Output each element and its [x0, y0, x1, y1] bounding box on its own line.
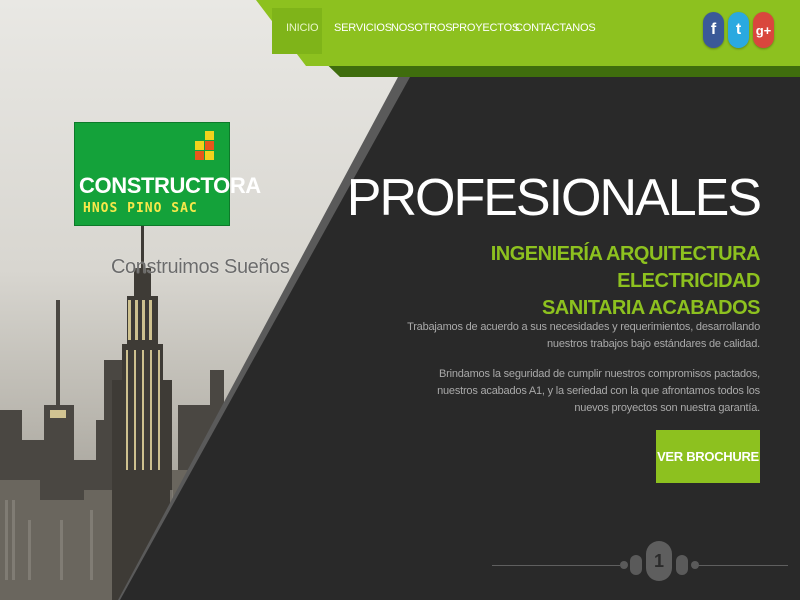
company-logo[interactable]: CONSTRUCTORA HNOS PINO SAC: [74, 122, 261, 226]
main-navigation: INICIO SERVICIOS NOSOTROS PROYECTOS CONT…: [0, 0, 800, 60]
pager-dot[interactable]: [620, 561, 628, 569]
logo-subtitle: HNOS PINO SAC: [83, 201, 198, 216]
logo-square: [205, 141, 214, 150]
hero-subtitle: INGENIERÍA ARQUITECTURA ELECTRICIDAD SAN…: [360, 241, 761, 322]
facebook-icon[interactable]: f: [703, 12, 724, 48]
pager-line-right: [698, 565, 788, 566]
logo-square: [205, 131, 214, 140]
logo-square: [205, 151, 214, 160]
hero-title: PROFESIONALES: [346, 169, 762, 227]
nav-item-servicios[interactable]: SERVICIOS: [334, 22, 392, 34]
hero-slider: INICIO SERVICIOS NOSOTROS PROYECTOS CONT…: [0, 0, 800, 600]
hero-paragraph-1: Trabajamos de acuerdo a sus necesidades …: [407, 321, 760, 350]
google-plus-icon[interactable]: g+: [753, 12, 774, 48]
brochure-button[interactable]: VER BROCHURE: [656, 430, 760, 483]
tagline: Construimos Sueños: [111, 256, 290, 278]
hero-subtitle-line2: SANITARIA ACABADOS: [541, 297, 761, 319]
twitter-icon[interactable]: t: [728, 12, 749, 48]
nav-item-contactanos[interactable]: CONTACTANOS: [515, 22, 596, 34]
pager-dot[interactable]: [630, 555, 642, 575]
logo-square: [195, 151, 204, 160]
pager-line-left: [492, 565, 620, 566]
hero-paragraph-2: Brindamos la seguridad de cumplir nuestr…: [437, 368, 760, 414]
logo-square: [195, 141, 204, 150]
pager-dot[interactable]: [676, 555, 688, 575]
hero-subtitle-line1: INGENIERÍA ARQUITECTURA ELECTRICIDAD: [490, 243, 761, 292]
nav-item-inicio[interactable]: INICIO: [286, 22, 319, 34]
nav-item-nosotros[interactable]: NOSOTROS: [391, 22, 453, 34]
nav-item-proyectos[interactable]: PROYECTOS: [452, 22, 519, 34]
logo-title: CONSTRUCTORA: [79, 173, 261, 198]
pager-current-slide[interactable]: 1: [646, 541, 672, 581]
pager-dot[interactable]: [691, 561, 699, 569]
